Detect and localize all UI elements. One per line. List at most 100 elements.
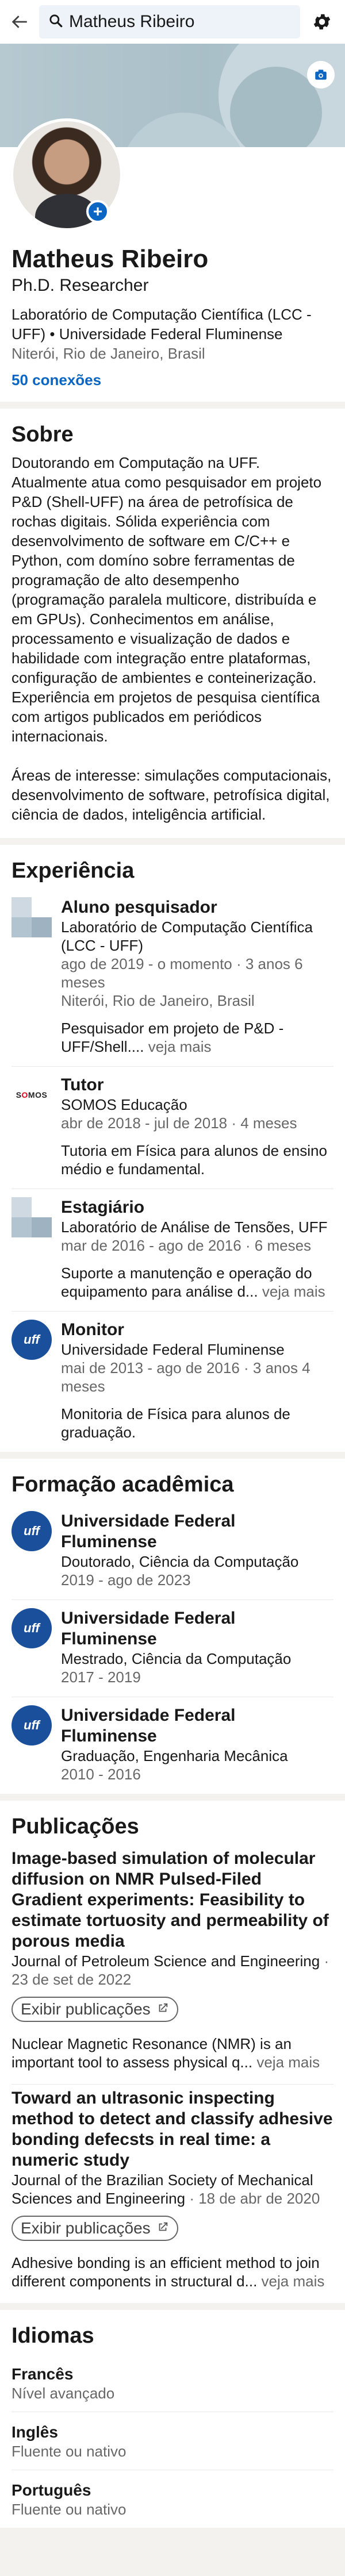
profile-organization: Laboratório de Computação Científica (LC… xyxy=(12,306,312,343)
logo-text: MOS xyxy=(28,1090,48,1099)
language-name: Português xyxy=(12,2481,91,2499)
experience-dates: mar de 2016 - ago de 2016 · 6 meses xyxy=(61,1237,312,1254)
experience-description: Suporte a manutenção e operação do equip… xyxy=(61,1264,334,1301)
show-publication-button[interactable]: Exibir publicações xyxy=(12,1997,178,2022)
experience-section: Experiência Aluno pesquisador Laboratóri… xyxy=(0,845,345,1452)
education-school: Universidade Federal Fluminense xyxy=(61,1706,236,1745)
profile-card: + Matheus Ribeiro Ph.D. Researcher Labor… xyxy=(0,44,345,402)
experience-description: Monitoria de Física para alunos de gradu… xyxy=(61,1405,290,1441)
language-level: Fluente ou nativo xyxy=(12,2443,126,2460)
education-item[interactable]: uff Universidade Federal Fluminense Grad… xyxy=(12,1697,334,1794)
education-section: Formação acadêmica uff Universidade Fede… xyxy=(0,1459,345,1794)
external-link-icon xyxy=(156,2000,169,2018)
button-label: Exibir publicações xyxy=(21,2219,151,2237)
publication-item: Image-based simulation of molecular diff… xyxy=(12,1845,334,2085)
about-text: Doutorando em Computação na UFF. Atualme… xyxy=(12,454,322,745)
experience-org: SOMOS Educação xyxy=(61,1096,187,1113)
experience-title: Tutor xyxy=(61,1075,104,1094)
experience-dates: mai de 2013 - ago de 2016 · 3 anos 4 mes… xyxy=(61,1359,310,1395)
publication-date: · 18 de abr de 2020 xyxy=(189,2190,320,2207)
search-icon xyxy=(48,13,63,31)
arrow-left-icon[interactable] xyxy=(8,10,31,33)
experience-location: Niterói, Rio de Janeiro, Brasil xyxy=(61,992,255,1009)
see-more-link[interactable]: veja mais xyxy=(262,2273,325,2290)
experience-item[interactable]: S O MOS Tutor SOMOS Educação abr de 2018 -… xyxy=(12,1067,334,1189)
publication-journal: Journal of Petroleum Science and Enginee… xyxy=(12,1952,320,1970)
company-logo xyxy=(12,897,52,937)
education-degree: Doutorado, Ciência da Computação xyxy=(61,1553,299,1570)
show-publication-button[interactable]: Exibir publicações xyxy=(12,2216,178,2241)
experience-item[interactable]: uff Monitor Universidade Federal Flumine… xyxy=(12,1312,334,1452)
logo-text: O xyxy=(21,1090,28,1099)
experience-org: Laboratório de Análise de Tensões, UFF xyxy=(61,1218,328,1236)
language-name: Inglês xyxy=(12,2423,58,2441)
see-more-link[interactable]: veja mais xyxy=(256,2054,320,2071)
publication-title: Toward an ultrasonic inspecting method t… xyxy=(12,2089,333,2170)
gear-icon[interactable] xyxy=(308,8,336,36)
section-title-education: Formação acadêmica xyxy=(12,1472,234,1497)
logo-text: S xyxy=(16,1090,22,1099)
publications-section: Publicações Image-based simulation of mo… xyxy=(0,1801,345,2303)
experience-org: Laboratório de Computação Científica (LC… xyxy=(61,918,313,954)
profile-headline: Ph.D. Researcher xyxy=(12,276,149,295)
publication-description: Nuclear Magnetic Resonance (NMR) is an i… xyxy=(12,2035,334,2071)
about-section: Sobre Doutorando em Computação na UFF. A… xyxy=(0,409,345,838)
experience-dates: abr de 2018 - jul de 2018 · 4 meses xyxy=(61,1114,297,1132)
experience-title: Monitor xyxy=(61,1320,124,1339)
about-interests: Áreas de interesse: simulações computaci… xyxy=(12,767,332,823)
somos-logo: S O MOS xyxy=(12,1075,52,1115)
profile-location: Niterói, Rio de Janeiro, Brasil xyxy=(12,345,205,362)
experience-description: Tutoria em Física para alunos de ensino … xyxy=(61,1142,327,1178)
see-more-link[interactable]: veja mais xyxy=(262,1283,325,1300)
plus-icon[interactable]: + xyxy=(86,200,109,223)
section-title-about: Sobre xyxy=(12,422,74,447)
see-more-link[interactable]: veja mais xyxy=(148,1038,212,1055)
language-item: Francês Nível avançado xyxy=(12,2354,334,2412)
uff-logo: uff xyxy=(12,1608,52,1648)
language-name: Francês xyxy=(12,2365,74,2383)
publication-meta: Journal of Petroleum Science and Enginee… xyxy=(12,1952,334,1989)
education-dates: 2019 - ago de 2023 xyxy=(61,1571,191,1589)
profile-page: Matheus Ribeiro + Matheus Ribeiro Ph.D. … xyxy=(0,0,345,2576)
uff-logo: uff xyxy=(12,1705,52,1745)
section-title-languages: Idiomas xyxy=(12,2324,94,2348)
experience-title: Estagiário xyxy=(61,1198,145,1217)
uff-logo: uff xyxy=(12,1320,52,1360)
language-item: Inglês Fluente ou nativo xyxy=(12,2412,334,2470)
uff-logo: uff xyxy=(12,1511,52,1551)
experience-title: Aluno pesquisador xyxy=(61,898,217,917)
languages-section: Idiomas Francês Nível avançado Inglês Fl… xyxy=(0,2310,345,2528)
experience-description: Pesquisador em projeto de P&D - UFF/Shel… xyxy=(61,1019,334,1056)
publication-meta: Journal of the Brazilian Society of Mech… xyxy=(12,2171,334,2208)
camera-icon[interactable] xyxy=(307,61,335,89)
language-level: Fluente ou nativo xyxy=(12,2501,126,2518)
section-title-publications: Publicações xyxy=(12,1814,139,1839)
education-dates: 2010 - 2016 xyxy=(61,1766,141,1783)
experience-item[interactable]: Estagiário Laboratório de Análise de Ten… xyxy=(12,1189,334,1312)
publication-description: Adhesive bonding is an efficient method … xyxy=(12,2254,334,2290)
experience-dates: ago de 2019 - o momento · 3 anos 6 meses xyxy=(61,955,303,991)
experience-org: Universidade Federal Fluminense xyxy=(61,1341,285,1358)
experience-item[interactable]: Aluno pesquisador Laboratório de Computa… xyxy=(12,889,334,1067)
publication-item: Toward an ultrasonic inspecting method t… xyxy=(12,2085,334,2303)
external-link-icon xyxy=(156,2219,169,2237)
education-degree: Graduação, Engenharia Mecânica xyxy=(61,1747,288,1764)
education-degree: Mestrado, Ciência da Computação xyxy=(61,1650,292,1667)
profile-name: Matheus Ribeiro xyxy=(12,245,209,273)
publication-title: Image-based simulation of molecular diff… xyxy=(12,1849,329,1951)
section-title-experience: Experiência xyxy=(12,859,135,883)
description-text: Nuclear Magnetic Resonance (NMR) is an i… xyxy=(12,2035,292,2071)
button-label: Exibir publicações xyxy=(21,2000,151,2018)
company-logo xyxy=(12,1197,52,1237)
top-bar: Matheus Ribeiro xyxy=(0,0,345,44)
education-item[interactable]: uff Universidade Federal Fluminense Dout… xyxy=(12,1503,334,1600)
education-item[interactable]: uff Universidade Federal Fluminense Mest… xyxy=(12,1600,334,1697)
search-input[interactable]: Matheus Ribeiro xyxy=(39,5,300,39)
connections-link[interactable]: 50 conexões xyxy=(12,371,334,389)
search-query: Matheus Ribeiro xyxy=(69,12,195,31)
language-level: Nível avançado xyxy=(12,2385,115,2402)
education-school: Universidade Federal Fluminense xyxy=(61,1609,236,1648)
education-dates: 2017 - 2019 xyxy=(61,1668,141,1686)
language-item: Português Fluente ou nativo xyxy=(12,2470,334,2528)
education-school: Universidade Federal Fluminense xyxy=(61,1512,236,1551)
